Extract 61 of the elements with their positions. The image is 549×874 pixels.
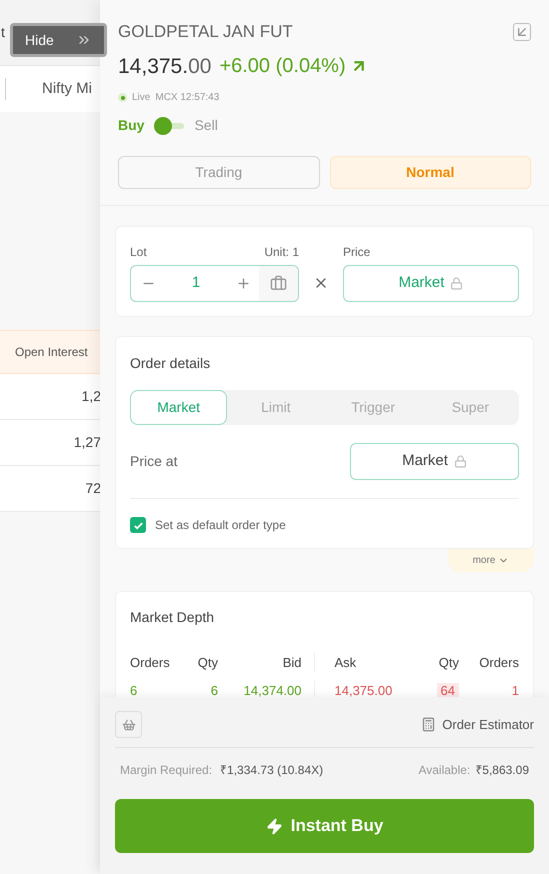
margin-label: Margin Required: <box>120 762 212 779</box>
default-checkbox[interactable] <box>130 517 146 533</box>
order-type-tab[interactable]: Market <box>130 390 228 425</box>
order-estimator-link[interactable]: Order Estimator <box>421 714 534 734</box>
briefcase-icon[interactable] <box>270 275 287 292</box>
price-at-label: Price at <box>130 452 178 471</box>
depth-cell: 14,375.00 <box>334 682 392 697</box>
price-at-field[interactable]: Market <box>350 443 519 480</box>
calculator-icon <box>421 717 436 732</box>
available-label: Available: <box>418 762 470 779</box>
depth-cell: 14,374.00 <box>244 682 302 697</box>
unit-label: Unit: 1 <box>264 244 299 261</box>
table-cell-text: 72 <box>85 479 100 498</box>
basket-icon <box>122 718 136 732</box>
live-dot-icon <box>118 93 127 102</box>
price-change: +6.00 (0.04%) <box>219 54 346 80</box>
section-title: Market Depth <box>130 608 216 627</box>
product-tab[interactable]: Normal <box>330 156 531 189</box>
live-status: Live <box>132 91 150 105</box>
instrument-title: GOLDPETAL JAN FUT <box>118 21 293 43</box>
margin-value: ₹1,334.73 (10.84X) <box>220 762 324 779</box>
column-header: Qty <box>196 654 218 672</box>
column-header: Ask <box>314 653 409 672</box>
price-label: Price <box>343 244 372 261</box>
hide-button[interactable]: Hide <box>10 23 107 57</box>
table-cell-text: 1,27 <box>74 433 100 452</box>
depth-cell: 64 <box>436 682 459 697</box>
plus-icon[interactable] <box>236 276 251 291</box>
checkbox-label: Set as default order type <box>155 517 286 534</box>
sell-label[interactable]: Sell <box>194 115 218 136</box>
order-type-tab[interactable]: Super <box>422 390 519 425</box>
instant-buy-button[interactable]: Instant Buy <box>115 799 534 853</box>
column-header: Qty <box>438 654 459 672</box>
column-header: Orders <box>478 654 519 672</box>
lock-icon <box>450 277 464 290</box>
table-cell-text: 1,2 <box>82 387 100 406</box>
order-type-tab[interactable]: Limit <box>227 390 324 425</box>
product-tab[interactable]: Trading <box>118 156 320 189</box>
basket-button[interactable] <box>115 711 142 738</box>
lot-value: 1 <box>190 273 202 294</box>
column-header: Open Interest <box>15 344 88 361</box>
section-title: Order details <box>130 354 212 373</box>
buy-sell-toggle[interactable] <box>154 116 184 134</box>
buy-label[interactable]: Buy <box>118 115 144 136</box>
more-button[interactable]: more <box>448 549 534 572</box>
exchange-time: MCX 12:57:43 <box>155 91 220 105</box>
header-text: t <box>1 23 5 42</box>
lot-stepper[interactable]: 1 <box>130 265 299 302</box>
column-header: Bid <box>282 654 302 672</box>
lightning-icon <box>266 818 283 834</box>
lot-label: Lot <box>130 244 147 261</box>
depth-cell: 6 <box>210 682 218 697</box>
last-price: 14,375.00 <box>118 54 212 80</box>
lock-icon <box>454 455 467 468</box>
column-header: Orders <box>130 654 171 672</box>
minimize-icon[interactable] <box>513 22 531 41</box>
depth-cell: 1 <box>512 682 519 697</box>
depth-cell: 6 <box>130 682 138 697</box>
price-field[interactable]: Market <box>343 265 519 302</box>
available-value: ₹5,863.09 <box>475 762 529 779</box>
order-type-tab[interactable]: Trigger <box>324 390 422 425</box>
